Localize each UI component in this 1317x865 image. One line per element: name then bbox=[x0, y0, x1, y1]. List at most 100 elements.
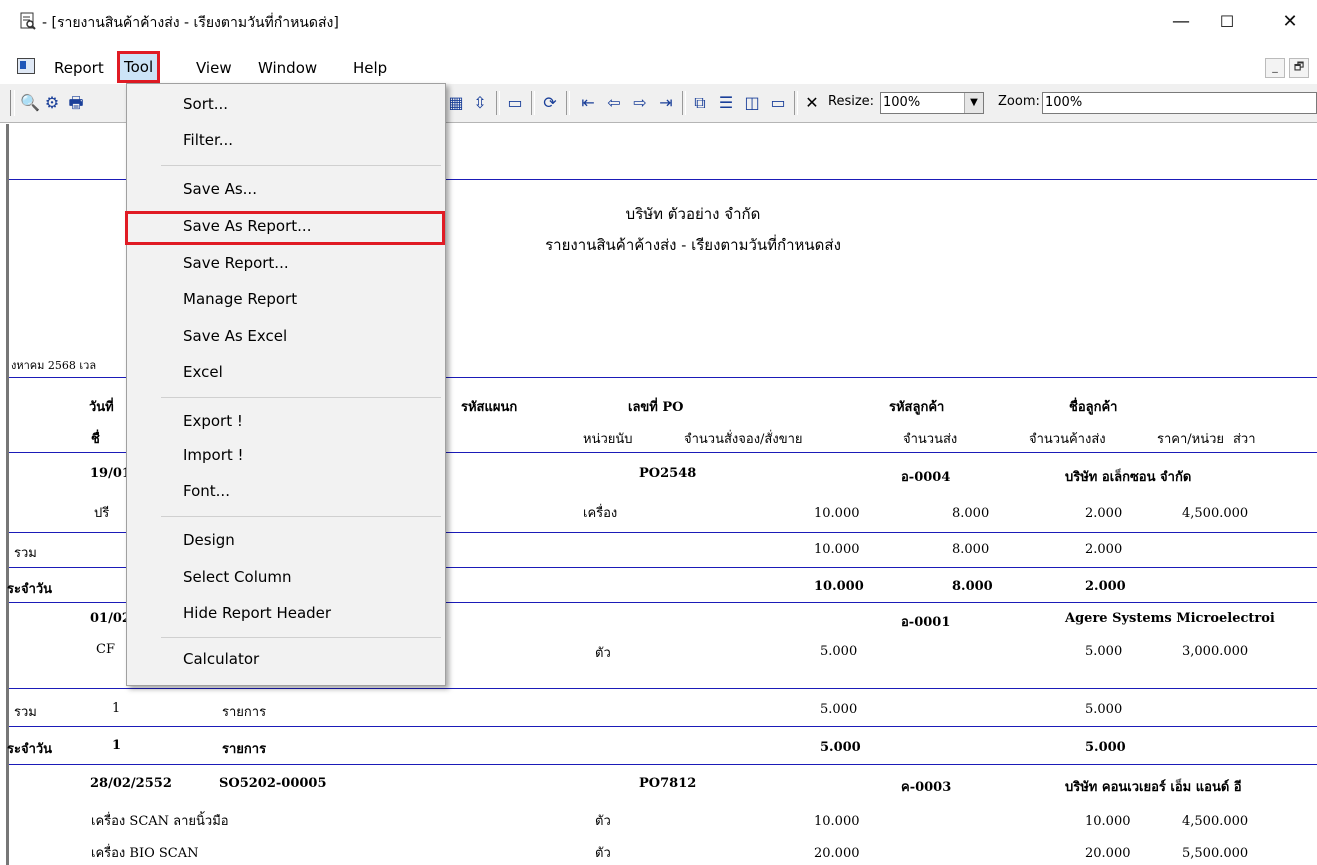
chevron-down-icon[interactable]: ▼ bbox=[964, 93, 983, 113]
divider bbox=[9, 764, 1317, 765]
zoom-label: Zoom: bbox=[998, 94, 1040, 109]
next-page-icon[interactable]: ⇨ bbox=[630, 93, 650, 113]
menu-item-manage-report[interactable]: Manage Report bbox=[183, 290, 297, 308]
window-icon[interactable]: ▭ bbox=[768, 93, 788, 113]
menu-item-font[interactable]: Font... bbox=[183, 482, 230, 500]
g1-unit: เครื่อง bbox=[583, 506, 618, 521]
zoom-select[interactable]: 100% bbox=[1042, 92, 1317, 114]
report-company: บริษัท ตัวอย่าง จำกัด bbox=[625, 205, 761, 223]
g1-day-qty: 10.000 bbox=[814, 579, 864, 594]
menu-report[interactable]: Report bbox=[54, 55, 104, 81]
window-title: - [รายงานสินค้าค้างส่ง - เรียงตามวันที่ก… bbox=[42, 15, 339, 31]
g3-item-1: เครื่อง SCAN ลายนิ้วมือ bbox=[91, 814, 229, 829]
header-discount: ส่วา bbox=[1233, 432, 1256, 447]
toolbar-separator bbox=[496, 91, 500, 115]
g1-cust-name: บริษัท อเล็กซอน จำกัด bbox=[1065, 470, 1192, 485]
g1-sum-qty: 10.000 bbox=[814, 542, 860, 557]
menu-view[interactable]: View bbox=[196, 55, 232, 81]
toolbar-separator bbox=[531, 91, 535, 115]
fit-height-icon[interactable]: ⇳ bbox=[470, 93, 490, 113]
g3-pending-1: 10.000 bbox=[1085, 814, 1131, 829]
menu-item-export[interactable]: Export ! bbox=[183, 412, 243, 430]
mdi-system-icon[interactable] bbox=[17, 58, 35, 74]
menu-item-excel[interactable]: Excel bbox=[183, 363, 223, 381]
highlight-box bbox=[125, 211, 445, 245]
g1-sum-sent: 8.000 bbox=[952, 542, 990, 557]
header-unit: หน่วยนับ bbox=[583, 432, 633, 447]
header-qty-sent: จำนวนส่ง bbox=[903, 432, 958, 447]
zoom-preview-icon[interactable]: 🔍 bbox=[20, 93, 40, 113]
menu-item-save-as[interactable]: Save As... bbox=[183, 180, 257, 198]
g1-day-pending: 2.000 bbox=[1085, 579, 1126, 594]
close-button[interactable]: ✕ bbox=[1267, 6, 1313, 36]
g3-cust-name: บริษัท คอนเวเยอร์ เอ็ม แอนด์ อี bbox=[1065, 780, 1242, 795]
g1-qty: 10.000 bbox=[814, 506, 860, 521]
toolbar-separator bbox=[794, 91, 798, 115]
header-po: เลขที่ PO bbox=[628, 400, 684, 415]
g2-qty: 5.000 bbox=[820, 644, 858, 659]
g2-day-label: ระจำวัน bbox=[7, 742, 53, 757]
menu-item-design[interactable]: Design bbox=[183, 531, 235, 549]
g2-sum-unit: รายการ bbox=[222, 705, 267, 720]
resize-select[interactable]: 100% ▼ bbox=[880, 92, 984, 114]
header-qty-order: จำนวนสั่งจอง/สั่งขาย bbox=[684, 432, 803, 447]
g2-cust-name: Agere Systems Microelectroi bbox=[1065, 611, 1275, 626]
menu-item-save-as-excel[interactable]: Save As Excel bbox=[183, 327, 287, 345]
print-date: งหาคม 2568 เวล bbox=[11, 359, 97, 372]
menu-item-hide-report-header[interactable]: Hide Report Header bbox=[183, 604, 331, 622]
g1-sum-label: รวม bbox=[14, 546, 37, 561]
first-page-icon[interactable]: ⇤ bbox=[578, 93, 598, 113]
g3-price-2: 5,500.000 bbox=[1182, 846, 1249, 861]
divider bbox=[9, 726, 1317, 727]
menu-tool[interactable]: Tool bbox=[117, 51, 161, 83]
g3-item-2: เครื่อง BIO SCAN bbox=[91, 846, 199, 861]
g2-date: 01/02 bbox=[90, 611, 131, 626]
menu-help[interactable]: Help bbox=[353, 55, 387, 81]
page-layout-icon[interactable]: ⧉ bbox=[690, 93, 710, 113]
g2-sum-label: รวม bbox=[14, 705, 37, 720]
menu-item-calculator[interactable]: Calculator bbox=[183, 650, 259, 668]
minimize-button[interactable]: — bbox=[1158, 6, 1204, 36]
g2-sum-pending: 5.000 bbox=[1085, 702, 1123, 717]
g1-date: 19/01 bbox=[90, 466, 131, 481]
menu-item-save-report[interactable]: Save Report... bbox=[183, 254, 289, 272]
maximize-button[interactable]: ☐ bbox=[1204, 6, 1250, 36]
g3-cust-code: ค-0003 bbox=[901, 780, 952, 795]
grid-icon[interactable]: ▦ bbox=[446, 93, 466, 113]
g3-qty-2: 20.000 bbox=[814, 846, 860, 861]
refresh-icon[interactable]: ⟳ bbox=[540, 93, 560, 113]
menu-window[interactable]: Window bbox=[258, 55, 317, 81]
g3-unit-2: ตัว bbox=[595, 846, 611, 861]
mdi-minimize-button[interactable]: _ bbox=[1265, 58, 1285, 78]
setup-icon[interactable]: ⚙ bbox=[42, 93, 62, 113]
divider bbox=[9, 688, 1317, 689]
menu-item-import[interactable]: Import ! bbox=[183, 446, 244, 464]
menu-item-select-column[interactable]: Select Column bbox=[183, 568, 292, 586]
calculator-icon[interactable]: ▭ bbox=[505, 93, 525, 113]
g1-day-sent: 8.000 bbox=[952, 579, 993, 594]
g2-unit: ตัว bbox=[595, 646, 611, 661]
g1-price: 4,500.000 bbox=[1182, 506, 1249, 521]
header-qty-pending: จำนวนค้างส่ง bbox=[1029, 432, 1106, 447]
print-icon[interactable]: 🖶 bbox=[66, 93, 86, 113]
header-date: วันที่ bbox=[89, 400, 114, 415]
g1-day-label: ระจำวัน bbox=[7, 582, 53, 597]
title-bar: - [รายงานสินค้าค้างส่ง - เรียงตามวันที่ก… bbox=[0, 0, 1317, 48]
columns-icon[interactable]: ◫ bbox=[742, 93, 762, 113]
g3-so: SO5202-00005 bbox=[219, 776, 327, 791]
menu-item-filter[interactable]: Filter... bbox=[183, 131, 233, 149]
report-title: รายงานสินค้าค้างส่ง - เรียงตามวันที่กำหน… bbox=[545, 236, 841, 254]
last-page-icon[interactable]: ⇥ bbox=[656, 93, 676, 113]
g3-date: 28/02/2552 bbox=[90, 776, 172, 791]
g2-sum-qty: 5.000 bbox=[820, 702, 858, 717]
close-report-icon[interactable]: ✕ bbox=[802, 93, 822, 113]
g1-item: ปรี bbox=[94, 506, 110, 521]
mdi-restore-button[interactable]: 🗗 bbox=[1289, 58, 1309, 78]
menu-item-sort[interactable]: Sort... bbox=[183, 95, 228, 113]
g3-qty-1: 10.000 bbox=[814, 814, 860, 829]
prev-page-icon[interactable]: ⇦ bbox=[604, 93, 624, 113]
g2-item: CF bbox=[96, 642, 115, 657]
g2-sum-count: 1 bbox=[112, 701, 121, 716]
rows-icon[interactable]: ☰ bbox=[716, 93, 736, 113]
tool-menu-dropdown: Sort... Filter... Save As... Save As Rep… bbox=[125, 83, 446, 686]
